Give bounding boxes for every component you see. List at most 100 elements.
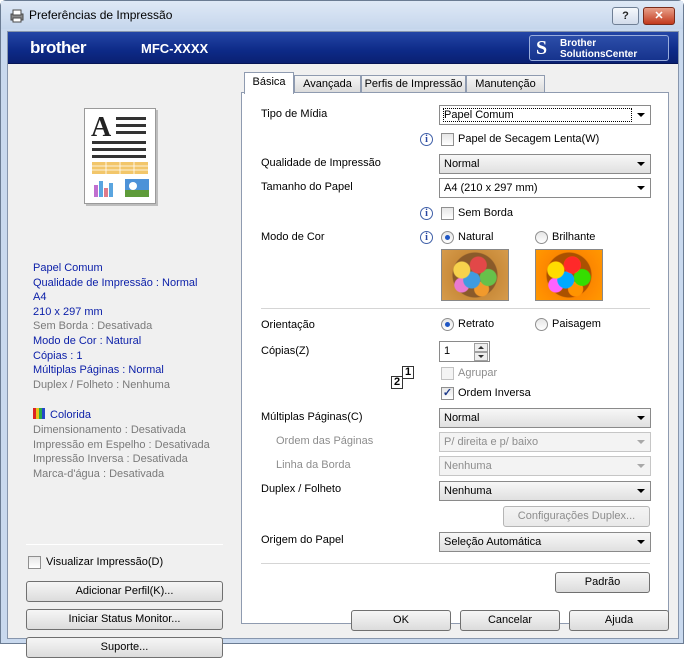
color-bars-icon — [33, 408, 45, 419]
duplex-settings-button[interactable]: Configurações Duplex... — [503, 506, 650, 527]
solutions-center-label: Brother SolutionsCenter — [560, 38, 668, 60]
help-title-button[interactable]: ? — [612, 7, 639, 25]
info-icon[interactable]: i — [420, 207, 433, 220]
close-icon[interactable]: ✕ — [643, 7, 675, 25]
summary-line: Sem Borda : Desativada — [33, 320, 153, 333]
summary-line: Marca-d'água : Desativada — [33, 468, 165, 481]
info-icon[interactable]: i — [420, 231, 433, 244]
color-mode-label: Modo de Cor — [261, 231, 325, 243]
tab-basic[interactable]: Básica — [244, 72, 294, 94]
copies-stepper[interactable]: 1 — [439, 341, 490, 362]
page-order-icon-1: 1 — [402, 366, 414, 379]
orientation-landscape-label: Paisagem — [552, 318, 601, 330]
border-line-label: Linha da Borda — [276, 459, 351, 471]
orientation-landscape-radio[interactable] — [535, 318, 548, 331]
chevron-down-icon — [637, 416, 645, 420]
collate-checkbox[interactable] — [441, 367, 454, 380]
summary-line: Múltiplas Páginas : Normal — [33, 364, 164, 377]
page-order-select[interactable]: P/ direita e p/ baixo — [439, 432, 651, 452]
color-vivid-label: Brilhante — [552, 231, 596, 243]
color-mode-label: Colorida — [50, 409, 91, 421]
page-order-label: Ordem das Páginas — [276, 435, 374, 447]
paper-size-select[interactable]: A4 (210 x 297 mm) — [439, 178, 651, 198]
summary-line: Modo de Cor : Natural — [33, 334, 142, 347]
chevron-down-icon — [637, 540, 645, 544]
help-button[interactable]: Ajuda — [569, 610, 669, 631]
summary-line: Duplex / Folheto : Nenhuma — [33, 378, 170, 391]
cancel-button[interactable]: Cancelar — [460, 610, 560, 631]
solutions-center-button[interactable]: S Brother SolutionsCenter — [529, 35, 669, 61]
ok-button[interactable]: OK — [351, 610, 451, 631]
settings-summary: Papel Comum Qualidade de Impressão : Norm… — [33, 261, 228, 392]
summary-line: Dimensionamento : Desativada — [33, 423, 186, 436]
borderless-checkbox[interactable] — [441, 207, 454, 220]
tab-print-profiles[interactable]: Perfis de Impressão — [361, 75, 466, 93]
printing-preferences-window: Preferências de Impressão ? ✕ brother MF… — [0, 0, 684, 658]
preview-print-checkbox[interactable] — [28, 556, 41, 569]
copies-up-arrow[interactable] — [474, 343, 488, 352]
info-icon[interactable]: i — [420, 133, 433, 146]
page-order-value: P/ direita e p/ baixo — [444, 436, 539, 448]
print-quality-select[interactable]: Normal — [439, 154, 651, 174]
paper-size-label: Tamanho do Papel — [261, 181, 353, 193]
copies-value: 1 — [444, 345, 451, 357]
chevron-up-icon — [478, 346, 484, 349]
add-profile-button[interactable]: Adicionar Perfil(K)... — [26, 581, 223, 602]
summary-line: Cópias : 1 — [33, 349, 83, 362]
copies-down-arrow[interactable] — [474, 352, 488, 361]
settings-summary-pane: A Papel Comum Qualidade de Impressão: N… — [8, 68, 230, 658]
tab-advanced[interactable]: Avançada — [294, 75, 361, 93]
chevron-down-icon — [637, 113, 645, 117]
dialog-client: brother MFC-XXXX S Brother SolutionsCent… — [7, 31, 679, 658]
solutions-line2: SolutionsCenter — [560, 49, 638, 60]
summary-line: Impressão em Espelho : Desativada — [33, 438, 210, 451]
left-separator — [26, 544, 223, 545]
page-preview-image: A — [91, 112, 149, 197]
duplex-label: Duplex / Folheto — [261, 483, 342, 495]
focus-ring — [443, 108, 632, 122]
summary-line: A4 — [33, 291, 47, 304]
chevron-down-icon — [637, 489, 645, 493]
natural-color-sample — [441, 249, 509, 301]
reverse-order-label: Ordem Inversa — [458, 387, 531, 399]
color-natural-radio[interactable] — [441, 231, 454, 244]
border-line-value: Nenhuma — [444, 460, 492, 472]
color-summary-line: Colorida — [33, 408, 228, 423]
summary-line: Qualidade de Impressão : Normal — [33, 276, 198, 289]
color-vivid-radio[interactable] — [535, 231, 548, 244]
border-line-select[interactable]: Nenhuma — [439, 456, 651, 476]
extra-summary: Dimensionamento : Desativada Impressão em… — [33, 423, 228, 482]
solutions-line1: Brother — [560, 38, 597, 49]
slow-dry-label: Papel de Secagem Lenta(W) — [458, 133, 600, 145]
svg-text:A: A — [91, 112, 112, 143]
chevron-down-icon — [637, 186, 645, 190]
vivid-color-sample — [535, 249, 603, 301]
paper-size-value: A4 (210 x 297 mm) — [444, 182, 538, 194]
brother-logo: brother — [30, 38, 87, 57]
chevron-down-icon — [637, 162, 645, 166]
multiple-pages-label: Múltiplas Páginas(C) — [261, 411, 363, 423]
slow-dry-checkbox[interactable] — [441, 133, 454, 146]
status-monitor-button[interactable]: Iniciar Status Monitor... — [26, 609, 223, 630]
title-bar: Preferências de Impressão ? ✕ — [1, 1, 683, 29]
multiple-pages-select[interactable]: Normal — [439, 408, 651, 428]
preview-print-label: Visualizar Impressão(D) — [46, 556, 164, 568]
tab-maintenance[interactable]: Manutenção — [466, 75, 545, 93]
default-button[interactable]: Padrão — [555, 572, 650, 593]
reverse-order-checkbox[interactable]: ✓ — [441, 387, 454, 400]
printer-icon — [10, 9, 24, 23]
page-preview: A — [84, 108, 156, 204]
support-button[interactable]: Suporte... — [26, 637, 223, 658]
media-type-select[interactable]: Papel Comum — [439, 105, 651, 125]
section-separator — [261, 563, 650, 564]
summary-line: Papel Comum — [33, 262, 103, 274]
paper-source-select[interactable]: Seleção Automática — [439, 532, 651, 552]
color-summary: Colorida Dimensionamento : Desativada Imp… — [33, 408, 228, 482]
orientation-portrait-radio[interactable] — [441, 318, 454, 331]
summary-line: 210 x 297 mm — [33, 305, 103, 318]
print-quality-value: Normal — [444, 158, 480, 170]
chevron-down-icon — [637, 440, 645, 444]
collate-label: Agrupar — [458, 367, 498, 379]
solutions-center-icon: S — [536, 37, 548, 59]
duplex-select[interactable]: Nenhuma — [439, 481, 651, 501]
